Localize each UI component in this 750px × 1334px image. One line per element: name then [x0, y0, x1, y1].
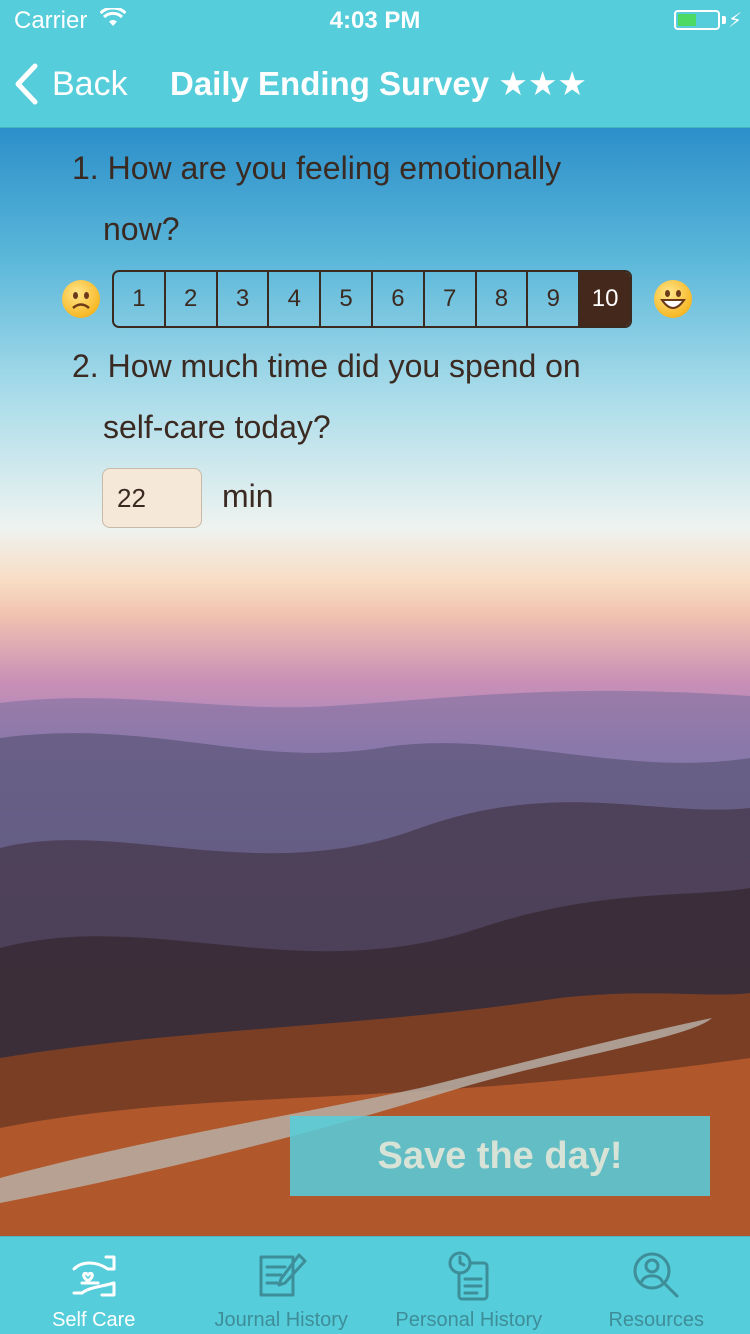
- question-1-line-2: now?: [103, 211, 180, 247]
- back-label: Back: [52, 64, 128, 103]
- tab-self-care[interactable]: Self Care: [0, 1237, 188, 1334]
- person-search-icon: [633, 1252, 679, 1298]
- minutes-unit-label: min: [222, 478, 274, 514]
- tab-label: Resources: [608, 1309, 705, 1331]
- page-title: Daily Ending Survey ★★★: [170, 65, 588, 102]
- tab-label: Journal History: [214, 1309, 348, 1331]
- rating-option-4[interactable]: 4: [267, 272, 319, 326]
- tab-bar: Self Care Journal History Personal Histo…: [0, 1236, 750, 1334]
- journal-edit-icon: [259, 1253, 307, 1297]
- rating-option-5[interactable]: 5: [319, 272, 371, 326]
- hands-heart-icon: [72, 1255, 116, 1297]
- back-button[interactable]: Back: [14, 62, 128, 106]
- status-time: 4:03 PM: [329, 7, 421, 34]
- self-care-minutes-input[interactable]: 22: [102, 468, 202, 528]
- rating-option-1[interactable]: 1: [114, 272, 164, 326]
- clock-document-icon: [448, 1251, 489, 1301]
- charging-bolt-icon: ⚡: [727, 10, 742, 32]
- rating-option-8[interactable]: 8: [474, 272, 527, 326]
- rating-option-9[interactable]: 9: [526, 272, 578, 326]
- tab-personal-history[interactable]: Personal History: [375, 1237, 563, 1334]
- question-self-care-time: 2. How much time did you spend on self-c…: [72, 336, 652, 458]
- status-bar: Carrier 4:03 PM ⚡: [0, 0, 750, 40]
- sad-face-icon: [62, 280, 100, 318]
- battery-tip: [722, 16, 726, 24]
- question-emotional: 1. How are you feeling emotionally now?: [72, 138, 632, 260]
- rating-option-6[interactable]: 6: [370, 272, 423, 326]
- question-2-line-1: 2. How much time did you spend on: [72, 348, 581, 384]
- rating-option-3[interactable]: 3: [215, 272, 268, 326]
- tab-journal-history[interactable]: Journal History: [188, 1237, 376, 1334]
- navigation-bar: Back Daily Ending Survey ★★★: [0, 40, 750, 128]
- tab-resources[interactable]: Resources: [563, 1237, 750, 1334]
- rating-option-10[interactable]: 10: [578, 272, 630, 326]
- chevron-left-icon: [15, 63, 38, 105]
- question-1-line-1: 1. How are you feeling emotionally: [72, 150, 562, 186]
- rating-option-7[interactable]: 7: [422, 272, 475, 326]
- emotion-rating-scale: 1 2 3 4 5 6 7 8 9 10: [112, 270, 632, 328]
- question-2-line-2: self-care today?: [103, 409, 331, 445]
- grinning-face-icon: [654, 280, 692, 318]
- battery-icon: [674, 10, 720, 30]
- save-day-button[interactable]: Save the day!: [290, 1116, 710, 1196]
- tab-label: Personal History: [395, 1309, 543, 1331]
- rating-option-2[interactable]: 2: [163, 272, 216, 326]
- tab-label: Self Care: [52, 1309, 136, 1331]
